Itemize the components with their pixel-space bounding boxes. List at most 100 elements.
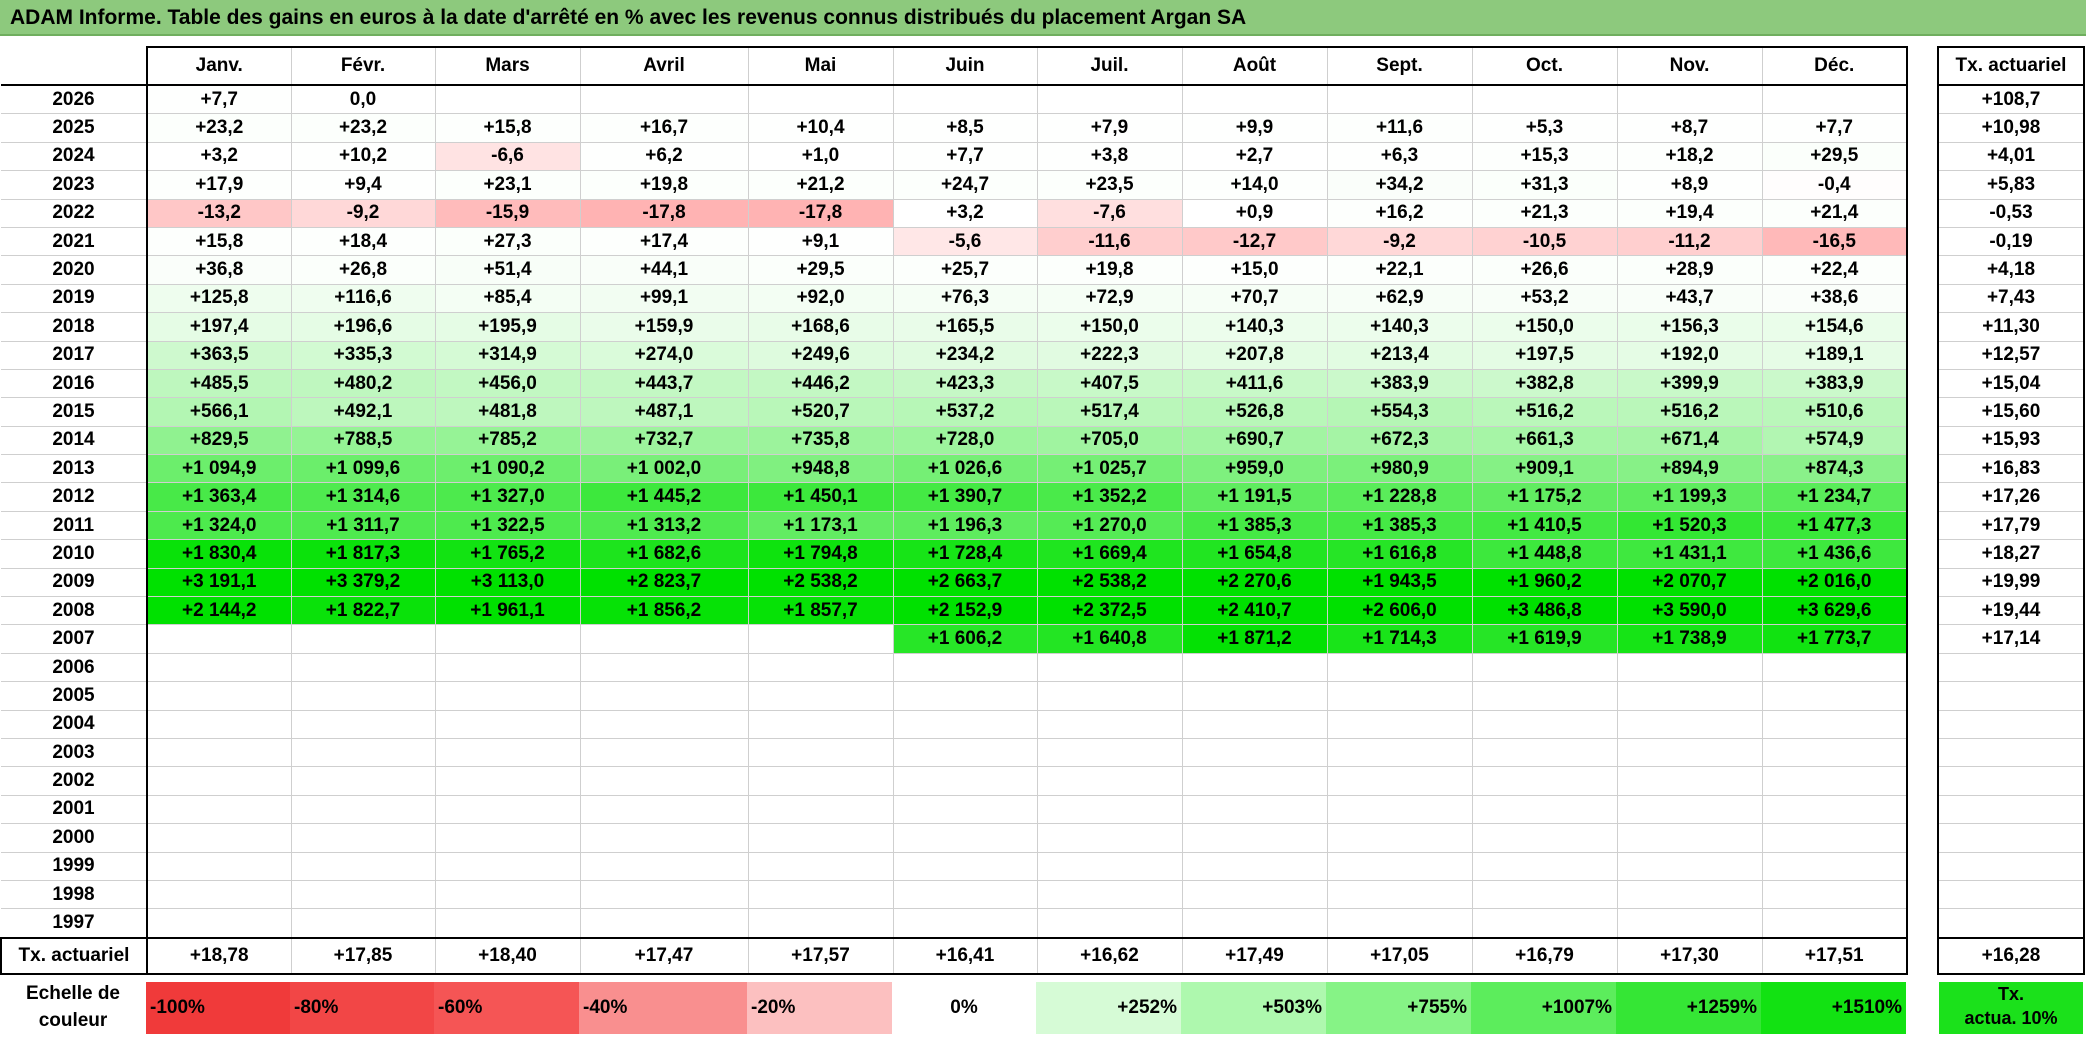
gain-cell: +17,9 [146, 170, 292, 200]
gain-cell [892, 766, 1038, 796]
table-row: 2011 +1 324,0 +1 311,7 +1 322,5 +1 313,2 +1 1… [1, 510, 1908, 541]
side-row: +11,30 [1937, 312, 2085, 342]
gain-cell: +1 520,3 [1616, 510, 1763, 541]
gains-table: Janv. Févr. Mars Avril Mai Juin Juil. Août Sept.… [0, 46, 1908, 975]
gain-cell: +423,3 [892, 368, 1038, 399]
gain-cell: +1 025,7 [1036, 454, 1183, 484]
month-header: Janv. [146, 46, 292, 86]
gain-cell: +516,2 [1471, 397, 1618, 427]
side-row [1937, 737, 2085, 768]
color-scale-cell: -20% [747, 982, 892, 1034]
side-row: -0,19 [1937, 226, 2085, 257]
gain-cell [1181, 84, 1328, 115]
gain-cell [579, 84, 749, 115]
gain-cell: +481,8 [434, 397, 581, 427]
gain-cell [1471, 84, 1618, 115]
color-scale: -100% -80% -60% -40% -20% 0% +252% +503% +755% +1… [146, 982, 1906, 1034]
gain-cell: +18,2 [1616, 141, 1763, 172]
gain-cell [1616, 84, 1763, 115]
gain-cell: +2 663,7 [892, 567, 1038, 598]
gain-cell: +9,1 [747, 226, 894, 257]
table-row: 2006 [1, 652, 1908, 683]
gain-cell: +829,5 [146, 425, 292, 456]
gain-cell: +446,2 [747, 368, 894, 399]
gain-cell [146, 823, 292, 853]
actuarial-rate-cell [1937, 879, 2085, 910]
side-row: +15,60 [1937, 397, 2085, 427]
gain-cell: +487,1 [579, 397, 749, 427]
side-row [1937, 681, 2085, 711]
gain-cell [1616, 652, 1763, 683]
gain-cell: +27,3 [434, 226, 581, 257]
gain-cell: -11,6 [1036, 226, 1183, 257]
actuarial-rate-cell: -0,19 [1937, 226, 2085, 257]
table-row: 2022 -13,2 -9,2 -15,9 -17,8 -17,8 +3,2 -7,6 +0,9… [1, 198, 1908, 228]
table-row: 2007 +1 606,2 +1 640,8 +1 871,2 +1 714,3 +1 6… [1, 624, 1908, 654]
footer-rate-cell: +17,51 [1761, 936, 1908, 975]
gain-cell: +21,4 [1761, 198, 1908, 228]
gain-cell [1326, 766, 1473, 796]
table-row: 2016 +485,5 +480,2 +456,0 +443,7 +446,2 +423,3… [1, 368, 1908, 399]
table-row: 2024 +3,2 +10,2 -6,6 +6,2 +1,0 +7,7 +3,8 +2,7 +6,… [1, 141, 1908, 172]
gain-cell [892, 709, 1038, 739]
gain-cell: +15,8 [434, 113, 581, 143]
gain-cell: +15,3 [1471, 141, 1618, 172]
gain-cell: +1 099,6 [290, 454, 436, 484]
actuarial-rate-cell [1937, 908, 2085, 939]
table-row: 2008 +2 144,2 +1 822,7 +1 961,1 +1 856,2 +1 8… [1, 596, 1908, 626]
gain-cell: +526,8 [1181, 397, 1328, 427]
table-row: 2003 [1, 737, 1908, 768]
gain-cell: +1 228,8 [1326, 482, 1473, 512]
gain-cell: +159,9 [579, 312, 749, 342]
gain-cell: +62,9 [1326, 283, 1473, 314]
gain-cell: +196,6 [290, 312, 436, 342]
gain-cell [290, 737, 436, 768]
gain-cell: +2 152,9 [892, 596, 1038, 626]
gain-cell [892, 823, 1038, 853]
gain-cell: +2 606,0 [1326, 596, 1473, 626]
gain-cell: +1 765,2 [434, 539, 581, 569]
report-title: ADAM Informe. Table des gains en euros à… [0, 0, 2086, 36]
gain-cell [747, 737, 894, 768]
gain-cell: -6,6 [434, 141, 581, 172]
gain-cell: +29,5 [747, 255, 894, 285]
gain-cell: +959,0 [1181, 454, 1328, 484]
gain-cell [1036, 879, 1183, 910]
color-scale-label-line1: Echelle de [26, 983, 120, 1004]
table-row: 1998 [1, 879, 1908, 910]
gain-cell [1326, 84, 1473, 115]
year-cell: 2019 [1, 283, 148, 314]
footer-row: Tx. actuariel +18,78 +17,85 +18,40 +17,47 +17… [0, 936, 1908, 975]
gain-cell: +8,5 [892, 113, 1038, 143]
gain-cell: +99,1 [579, 283, 749, 314]
year-cell: 2024 [1, 141, 148, 172]
gain-cell: +7,7 [146, 84, 292, 115]
year-cell: 2011 [1, 510, 148, 541]
gain-cell: +2 538,2 [1036, 567, 1183, 598]
gain-cell: +443,7 [579, 368, 749, 399]
gain-cell: -0,4 [1761, 170, 1908, 200]
year-cell: 1999 [1, 851, 148, 881]
gain-cell: +17,4 [579, 226, 749, 257]
gain-cell: +15,8 [146, 226, 292, 257]
gain-cell [434, 709, 581, 739]
gain-cell: +29,5 [1761, 141, 1908, 172]
gain-cell: -17,8 [579, 198, 749, 228]
gain-cell: +1 822,7 [290, 596, 436, 626]
gain-cell: +1 196,3 [892, 510, 1038, 541]
gain-cell [146, 652, 292, 683]
gain-cell [1471, 652, 1618, 683]
table-row: 2002 [1, 766, 1908, 796]
year-cell: 2023 [1, 170, 148, 200]
gain-cell: +1,0 [747, 141, 894, 172]
gain-cell: +197,4 [146, 312, 292, 342]
gain-cell: +2 372,5 [1036, 596, 1183, 626]
side-row: +19,99 [1937, 567, 2085, 598]
gain-cell: +661,3 [1471, 425, 1618, 456]
year-cell: 2026 [1, 84, 148, 115]
gain-cell: +1 714,3 [1326, 624, 1473, 654]
gain-cell: +234,2 [892, 340, 1038, 370]
gain-cell: +189,1 [1761, 340, 1908, 370]
footer-rate-cell: +16,79 [1471, 936, 1618, 975]
gain-cell: -10,5 [1471, 226, 1618, 257]
